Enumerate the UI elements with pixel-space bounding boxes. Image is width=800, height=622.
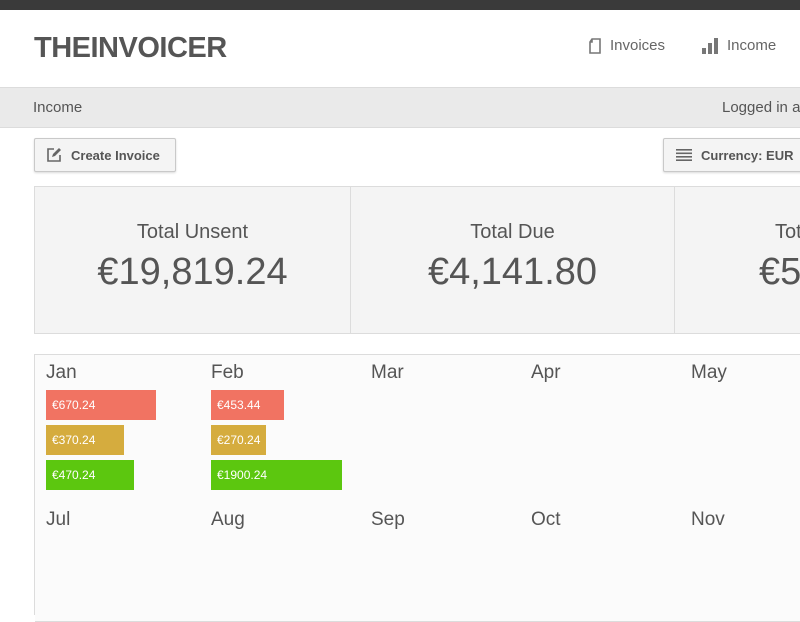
amount-bar-paid[interactable]: €1900.24 (211, 460, 342, 490)
list-icon (676, 149, 692, 161)
nav-income-label: Income (727, 37, 777, 54)
month-label: Mar (371, 362, 404, 383)
month-cell-apr[interactable]: Apr (520, 355, 681, 503)
bar-chart-icon (702, 37, 718, 54)
breadcrumb: Income (33, 99, 83, 116)
nav-invoices[interactable]: Invoices (588, 37, 665, 54)
stat-total-due: Total Due €4,141.80 (351, 187, 675, 333)
month-cell-jan[interactable]: Jan €670.24 €370.24 €470.24 (35, 355, 201, 503)
stat-label: Total Unsent (136, 221, 249, 243)
create-invoice-label: Create Invoice (71, 147, 160, 163)
month-label: Oct (531, 509, 561, 530)
summary-panel: Total Unsent €19,819.24 Total Due €4,141… (34, 186, 800, 334)
edit-icon (47, 148, 61, 162)
header: THEINVOICER Invoices Income (0, 10, 800, 88)
month-label: Sep (371, 509, 405, 530)
currency-label: Currency: EUR (701, 147, 794, 163)
month-cell-feb[interactable]: Feb €453.44 €270.24 €1900.24 (200, 355, 361, 503)
nav-income[interactable]: Income (701, 37, 776, 54)
app-logo[interactable]: THEINVOICER (34, 32, 227, 65)
create-invoice-button[interactable]: Create Invoice (34, 138, 176, 172)
month-label: Jan (46, 362, 77, 383)
amount-bar-paid[interactable]: €470.24 (46, 460, 134, 490)
month-grid: Jan €670.24 €370.24 €470.24 Feb €453.44 €270.2… (34, 354, 800, 622)
month-label: Jul (46, 509, 71, 530)
month-label: May (691, 362, 727, 383)
top-strip (0, 0, 800, 10)
amount-bar-due[interactable]: €370.24 (46, 425, 124, 455)
month-cell-jul[interactable]: Jul (35, 502, 201, 622)
month-cell-oct[interactable]: Oct (520, 502, 681, 622)
nav-invoices-label: Invoices (610, 37, 666, 54)
stat-label: Total Due (470, 221, 555, 243)
month-cell-nov[interactable]: Nov (680, 502, 800, 622)
stat-total-unsent: Total Unsent €19,819.24 (35, 187, 351, 333)
login-status: Logged in a (722, 99, 800, 116)
month-cell-mar[interactable]: Mar (360, 355, 521, 503)
stat-total-partial: Tot €5 (675, 187, 800, 333)
stat-value: €19,819.24 (97, 251, 288, 293)
month-label: Aug (211, 509, 245, 530)
month-label: Apr (531, 362, 561, 383)
month-cell-may[interactable]: May (680, 355, 800, 503)
stat-value: €4,141.80 (427, 251, 598, 293)
sub-bar: Income Logged in a (0, 88, 800, 128)
month-cell-sep[interactable]: Sep (360, 502, 521, 622)
amount-bar-unsent[interactable]: €670.24 (46, 390, 156, 420)
document-icon (589, 37, 601, 54)
stat-label: Tot (775, 221, 800, 243)
amount-bar-unsent[interactable]: €453.44 (211, 390, 284, 420)
amount-bar-due[interactable]: €270.24 (211, 425, 266, 455)
stat-value: €5 (759, 251, 800, 293)
currency-button[interactable]: Currency: EUR (663, 138, 800, 172)
month-label: Feb (211, 362, 244, 383)
month-cell-aug[interactable]: Aug (200, 502, 361, 622)
month-label: Nov (691, 509, 725, 530)
